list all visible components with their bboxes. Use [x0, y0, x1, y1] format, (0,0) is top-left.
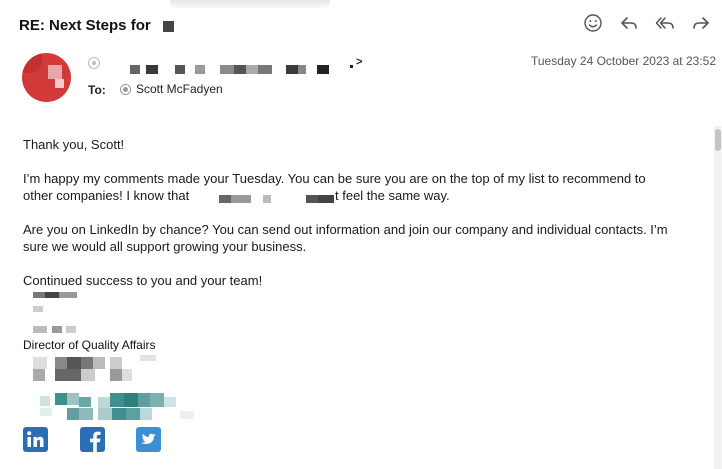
sender-avatar — [22, 53, 71, 102]
paragraph-1-line-1: I’m happy my comments made your Tuesday.… — [23, 171, 646, 186]
facebook-icon[interactable] — [80, 427, 105, 452]
paragraph-2-line-2: sure we would all support growing your b… — [23, 239, 307, 254]
paragraph-2-line-1: Are you on LinkedIn by chance? You can s… — [23, 222, 668, 237]
reply-all-icon[interactable] — [654, 12, 676, 34]
smiley-icon[interactable] — [582, 12, 604, 34]
signer-title: Director of Quality Affairs — [23, 338, 156, 352]
message-date: Tuesday 24 October 2023 at 23:52 — [530, 54, 716, 68]
closing-line: Continued success to you and your team! — [23, 273, 263, 288]
sender-address-suffix: > — [356, 56, 363, 68]
paragraph-1-line-2-start: other companies! I know that — [23, 188, 190, 203]
redacted-company-name — [219, 195, 231, 203]
message-actions-toolbar — [582, 12, 712, 34]
paragraph-1-line-2: other companies! I know that t feel the … — [23, 187, 703, 204]
to-label: To: — [88, 83, 106, 97]
paragraph-1-line-2-end: t feel the same way. — [335, 188, 450, 203]
header-shadow — [170, 0, 330, 10]
sender-contact-icon — [88, 57, 100, 69]
forward-icon[interactable] — [690, 12, 712, 34]
email-subject: RE: Next Steps for — [19, 17, 151, 34]
scrollbar-thumb[interactable] — [715, 129, 721, 151]
redacted-subject-fragment — [163, 21, 174, 32]
twitter-icon[interactable] — [136, 427, 161, 452]
recipient-contact-icon — [120, 83, 131, 95]
reply-icon[interactable] — [618, 12, 640, 34]
vertical-scrollbar[interactable] — [714, 126, 722, 469]
linkedin-icon[interactable] — [23, 427, 48, 452]
recipient-name: Scott McFadyen — [136, 82, 223, 96]
recipient-chip[interactable]: Scott McFadyen — [120, 82, 223, 96]
greeting-line: Thank you, Scott! — [23, 137, 125, 152]
sender-address-redacted: > — [88, 56, 388, 75]
